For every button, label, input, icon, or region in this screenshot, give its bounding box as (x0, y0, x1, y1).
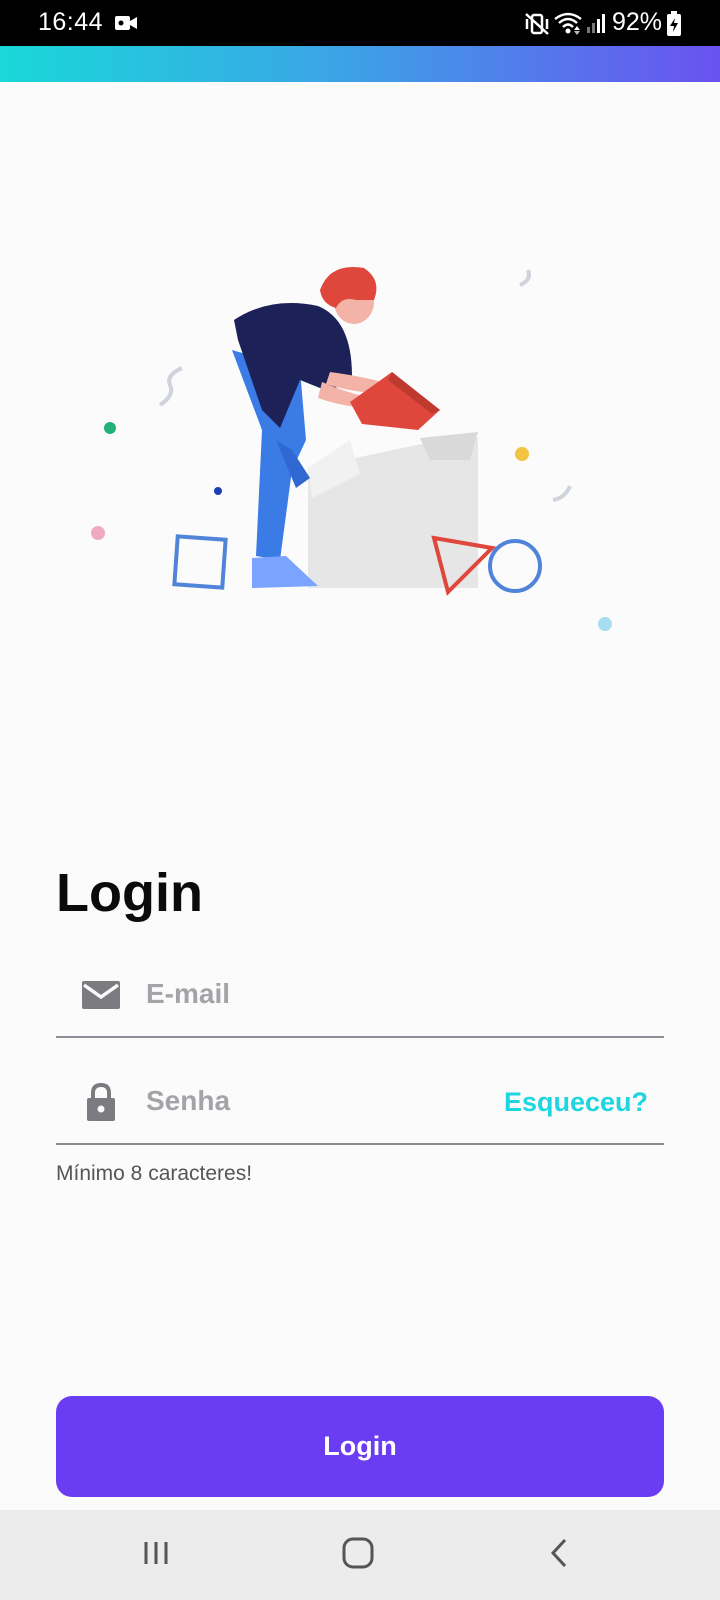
battery-percentage: 92% (611, 8, 662, 36)
status-time: 16:44 (38, 8, 104, 36)
battery-charging-icon (666, 11, 682, 42)
home-icon[interactable] (333, 1528, 383, 1578)
email-input[interactable] (146, 966, 476, 1022)
login-screen: 16:44 92% Login E-mail Esqueceu? Mínimo … (0, 0, 720, 1600)
login-illustration (0, 82, 720, 852)
system-nav-bar (0, 1510, 720, 1600)
password-input[interactable] (146, 1073, 476, 1129)
password-helper-text: Mínimo 8 caracteres! (56, 1162, 253, 1185)
video-camera-icon (114, 13, 138, 38)
page-title: Login (56, 863, 203, 923)
back-icon[interactable] (535, 1528, 585, 1578)
status-bar: 16:44 92% (0, 0, 720, 46)
email-field (56, 966, 664, 1038)
password-field: Esqueceu? (56, 1073, 664, 1145)
mute-vibrate-icon (524, 12, 550, 41)
wifi-icon (553, 10, 583, 41)
forgot-password-link[interactable]: Esqueceu? (504, 1087, 648, 1118)
lock-icon (80, 1081, 122, 1123)
mail-icon (80, 974, 122, 1016)
login-button[interactable]: Login (56, 1396, 664, 1497)
recent-apps-icon[interactable] (131, 1528, 181, 1578)
signal-icon (585, 12, 607, 39)
header-gradient-bar (0, 46, 720, 82)
